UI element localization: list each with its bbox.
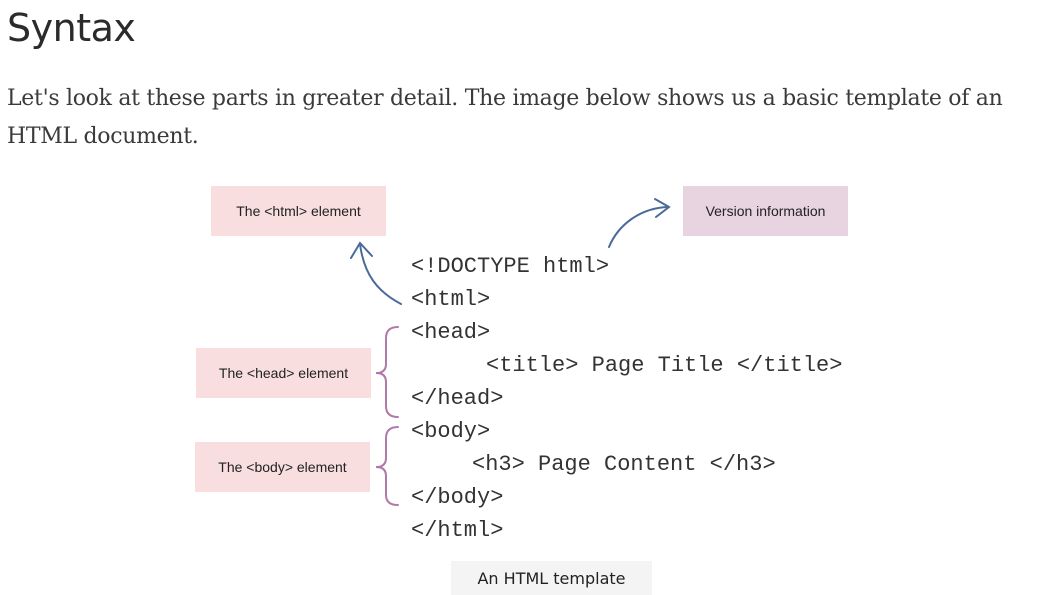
html-arrow xyxy=(350,241,402,305)
figure-annotations xyxy=(350,198,671,506)
body-brace xyxy=(375,426,399,506)
figure-caption: An HTML template xyxy=(451,561,652,595)
head-brace xyxy=(375,326,399,418)
version-arrow xyxy=(608,198,671,248)
